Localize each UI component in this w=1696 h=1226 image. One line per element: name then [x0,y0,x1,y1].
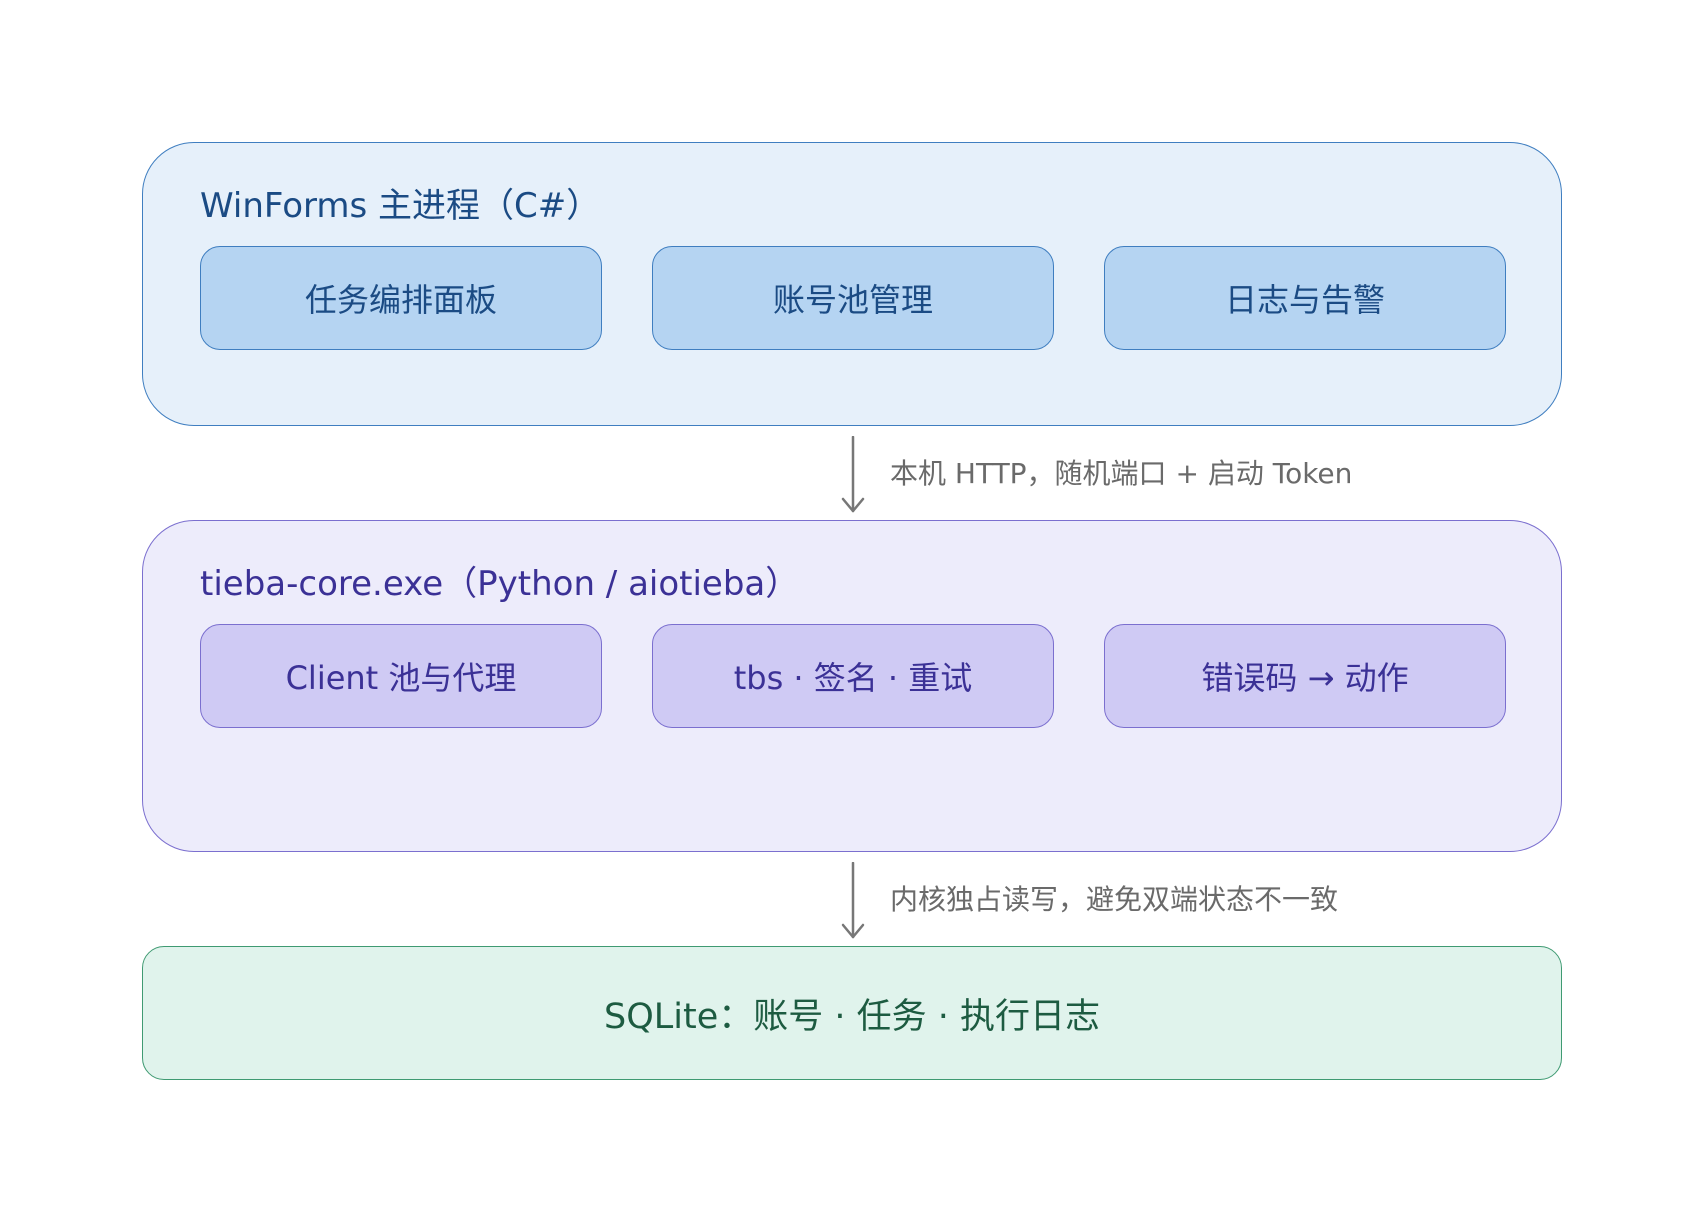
tieba-core-process-layer: tieba-core.exe（Python / aiotieba） Client… [142,520,1562,852]
core-layer-title: tieba-core.exe（Python / aiotieba） [200,564,800,604]
account-pool-management-module: 账号池管理 [652,246,1054,350]
sqlite-storage-label: SQLite：账号 · 任务 · 执行日志 [604,996,1100,1037]
http-connector-label: 本机 HTTP，随机端口 + 启动 Token [890,457,1353,490]
tbs-signature-retry-module: tbs · 签名 · 重试 [652,624,1054,728]
task-orchestration-panel-module: 任务编排面板 [200,246,602,350]
sqlite-storage-layer: SQLite：账号 · 任务 · 执行日志 [142,946,1562,1080]
winforms-main-process-layer: WinForms 主进程（C#） 任务编排面板 账号池管理 日志与告警 [142,142,1562,426]
client-pool-proxy-module: Client 池与代理 [200,624,602,728]
down-arrow-icon [838,436,868,514]
log-and-alert-module: 日志与告警 [1104,246,1506,350]
down-arrow-icon [838,862,868,940]
exclusive-access-connector-label: 内核独占读写，避免双端状态不一致 [890,883,1339,916]
error-code-action-module: 错误码 → 动作 [1104,624,1506,728]
winforms-layer-title: WinForms 主进程（C#） [200,186,601,226]
